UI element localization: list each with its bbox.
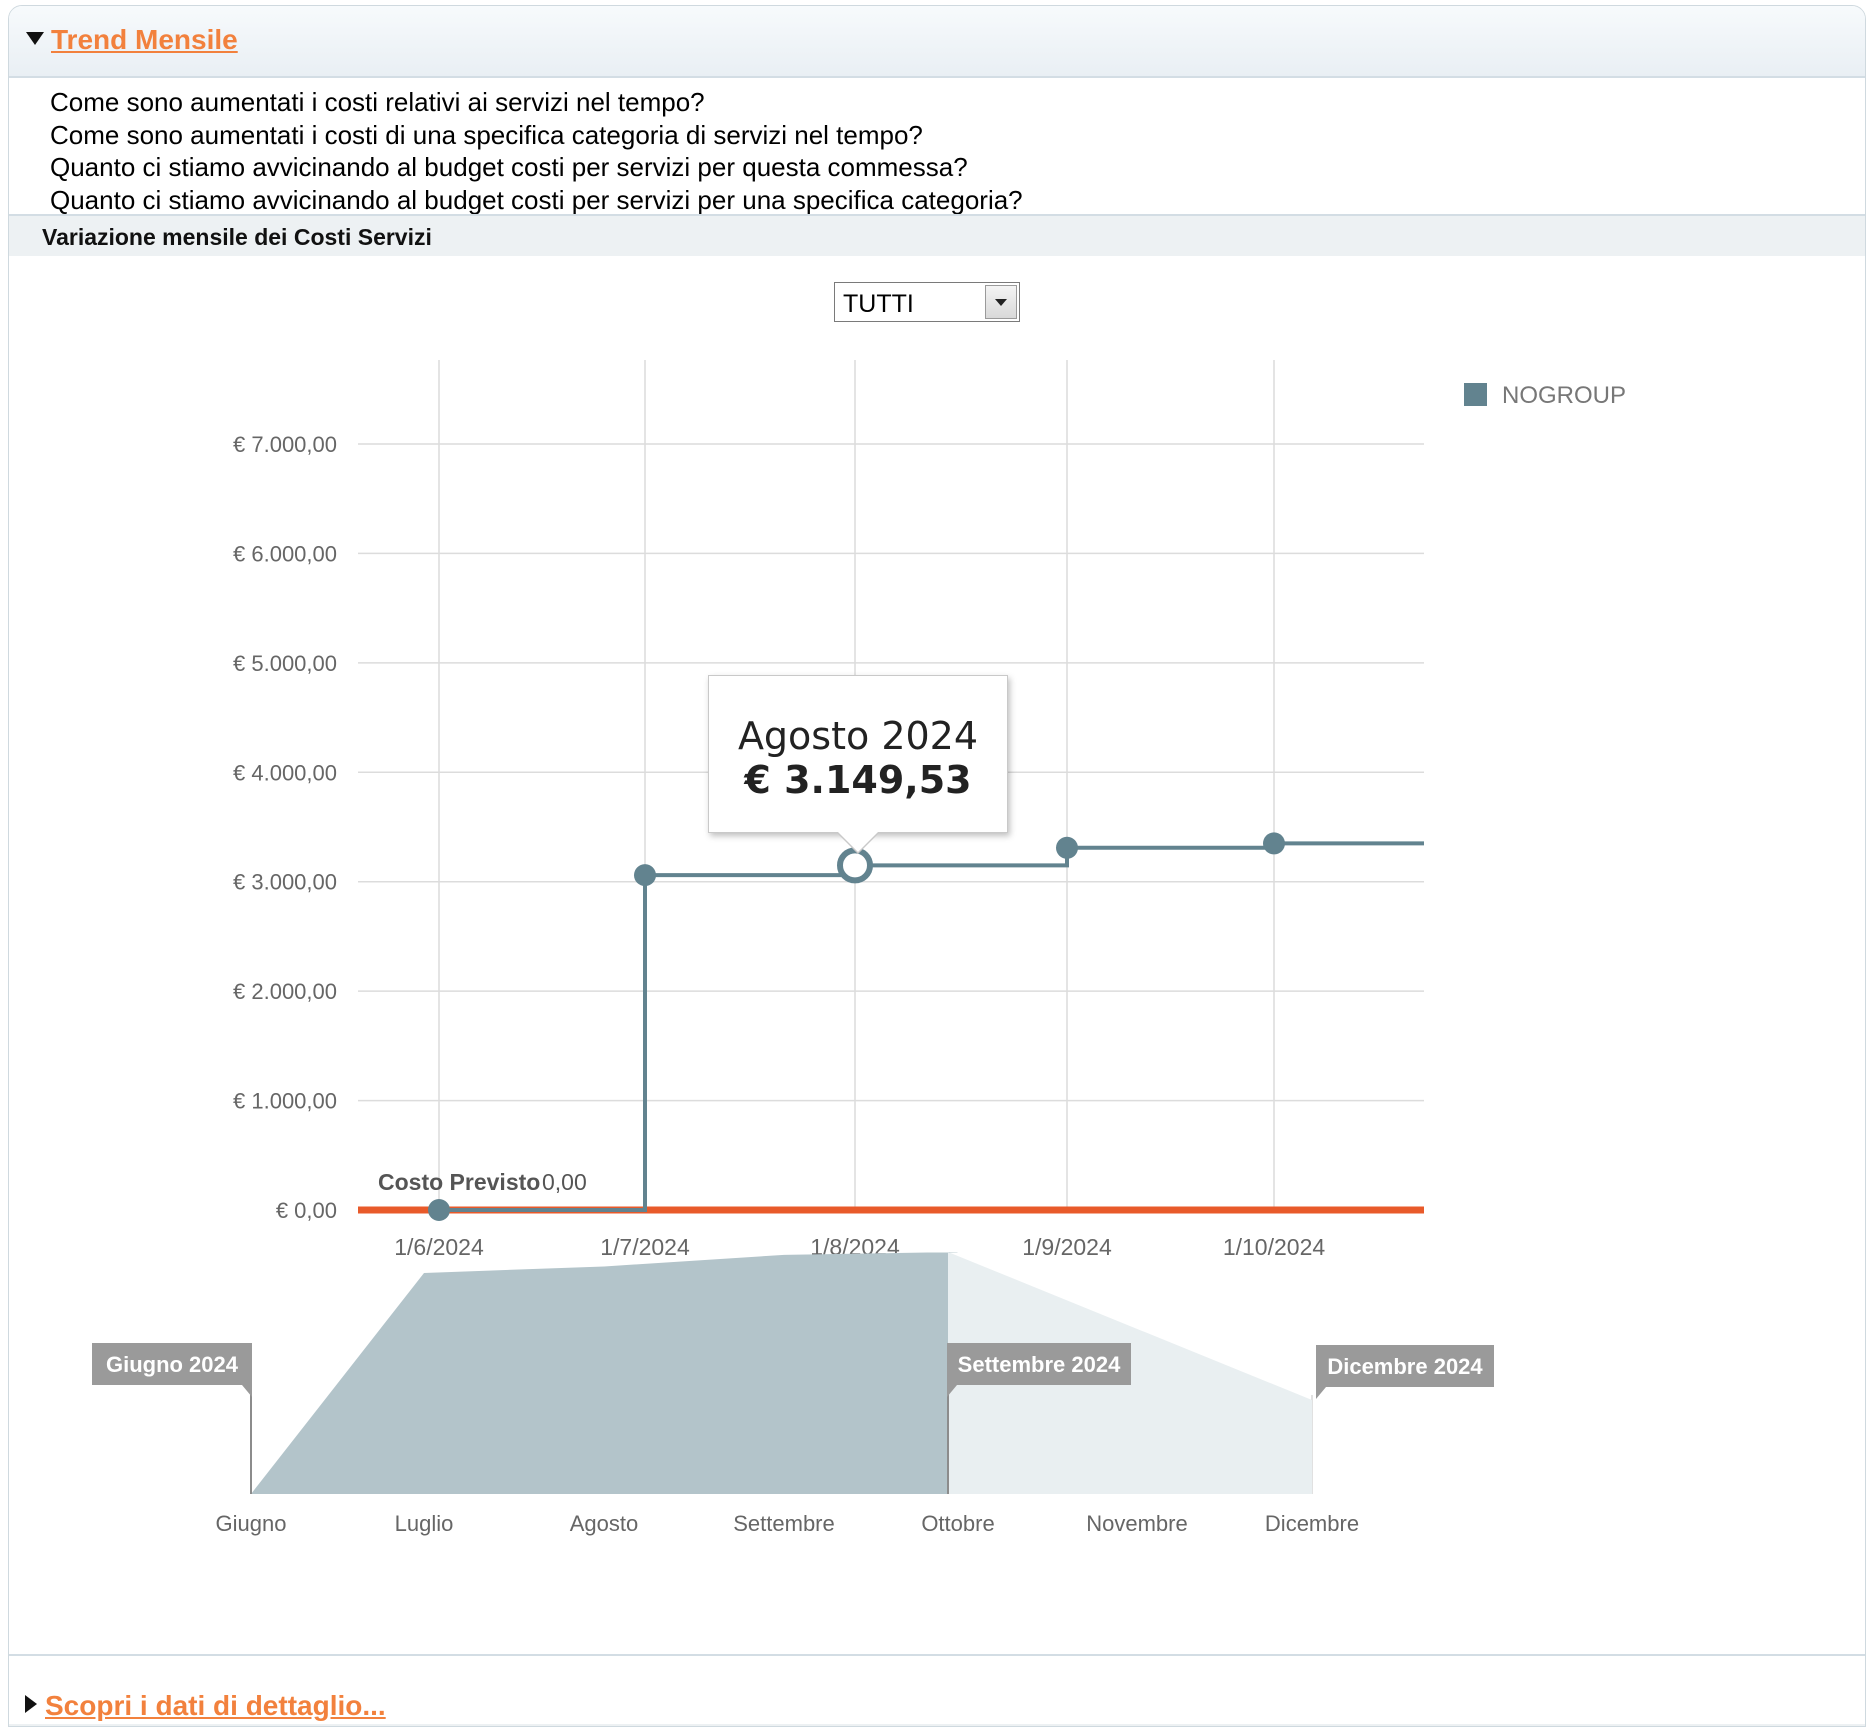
x-tick-label: 1/7/2024 — [600, 1234, 690, 1260]
x-tick-label: 1/6/2024 — [394, 1234, 484, 1260]
navigator-month-label: Giugno — [216, 1511, 287, 1536]
y-tick-label: € 4.000,00 — [233, 760, 337, 785]
navigator-range-label[interactable]: Dicembre 2024 — [1327, 1354, 1483, 1379]
y-tick-label: € 6.000,00 — [233, 541, 337, 566]
y-tick-label: € 2.000,00 — [233, 979, 337, 1004]
chevron-down-icon[interactable] — [985, 285, 1017, 319]
x-tick-label: 1/10/2024 — [1223, 1234, 1326, 1260]
navigator-month-label: Agosto — [570, 1511, 639, 1536]
budget-line-value: 0,00 — [542, 1169, 587, 1195]
navigator-month-label: Novembre — [1086, 1511, 1187, 1536]
navigator-range-label-tail — [1316, 1387, 1326, 1399]
navigator-range-label[interactable]: Giugno 2024 — [106, 1352, 239, 1377]
navigator-range-label-tail — [242, 1385, 252, 1397]
category-select-value: TUTTI — [843, 290, 914, 318]
y-tick-label: € 1.000,00 — [233, 1089, 337, 1114]
navigator-selected-area — [251, 1252, 958, 1494]
navigator-month-label: Luglio — [395, 1511, 454, 1536]
data-point[interactable] — [428, 1199, 450, 1221]
legend-swatch[interactable] — [1464, 383, 1487, 406]
x-tick-label: 1/9/2024 — [1022, 1234, 1112, 1260]
navigator-month-label: Settembre — [733, 1511, 835, 1536]
navigator-month-label: Ottobre — [921, 1511, 994, 1536]
navigator-month-label: Dicembre — [1265, 1511, 1359, 1536]
legend-label[interactable]: NOGROUP — [1502, 382, 1626, 409]
y-tick-label: € 7.000,00 — [233, 432, 337, 457]
data-point[interactable] — [1056, 836, 1078, 859]
data-point[interactable] — [1263, 832, 1285, 855]
cost-trend-chart: € 0,00 € 1.000,00 € 2.000,00 € 3.000,00 € 4.… — [92, 360, 1626, 1536]
data-point[interactable] — [634, 864, 656, 887]
y-tick-label: € 5.000,00 — [233, 651, 337, 676]
y-tick-label: € 0,00 — [276, 1198, 337, 1223]
navigator-range-label[interactable]: Settembre 2024 — [958, 1352, 1121, 1377]
category-select[interactable]: TUTTI — [834, 282, 1020, 322]
data-point-highlighted[interactable] — [837, 847, 873, 884]
y-tick-label: € 3.000,00 — [233, 870, 337, 895]
tooltip-title: Agosto 2024 — [737, 714, 979, 758]
data-tooltip: Agosto 2024 € 3.149,53 — [708, 675, 1008, 854]
series-line — [439, 841, 1424, 1212]
budget-line-label: Costo Previsto — [378, 1169, 540, 1195]
tooltip-value: € 3.149,53 — [744, 758, 972, 802]
